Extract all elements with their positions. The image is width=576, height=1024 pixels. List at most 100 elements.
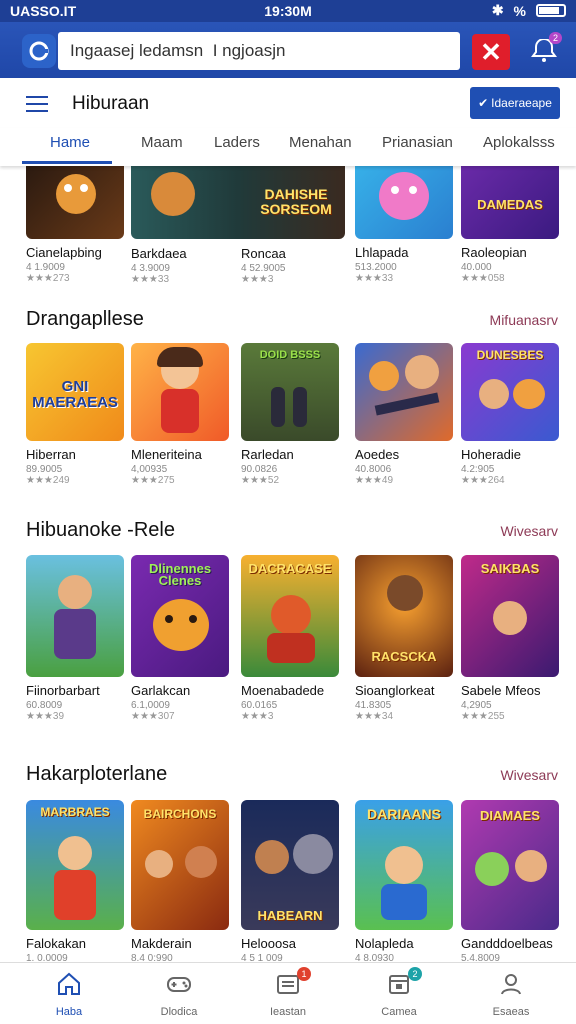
game-card[interactable]: HABEARN Helooosa 4 5 1 009 (241, 800, 341, 962)
section-more-link[interactable]: Mifuanasrv (490, 312, 558, 328)
game-thumb-label: DUNESBES (476, 348, 544, 362)
game-card[interactable]: DAHISHE SORSEOM (131, 166, 345, 239)
game-rating: 4 3.9009 (131, 263, 170, 274)
game-card[interactable]: Aoedes 40.8006 ★★★49 (355, 343, 455, 486)
nav-badge: 1 (297, 967, 311, 981)
game-thumbnail: DOID BSSS (241, 343, 339, 441)
game-card[interactable]: Cianelapbing 4 1.9009 ★★★273 (26, 166, 126, 284)
category-tabs: Hame Maam Laders Menahan Prianasian Aplo… (0, 128, 576, 166)
game-thumbnail: DARIAANS (355, 800, 453, 930)
game-card[interactable]: BAIRCHONS Makderain 8.4 0:990 (131, 800, 231, 962)
game-thumb-label: DACRACASE (248, 561, 332, 576)
game-thumb-label: GNI MAERAEAS (32, 378, 118, 411)
tab-laders[interactable]: Laders (214, 134, 260, 151)
game-card[interactable]: DOID BSSS Rarledan 90.0826 ★★★52 (241, 343, 341, 486)
game-card[interactable]: Dlinennes Clenes Garlakcan 6.1,0009 ★★★3… (131, 555, 231, 722)
section-title: Hakarploterlane (26, 763, 168, 785)
game-title: Fiinorbarbart (26, 683, 100, 698)
game-thumb-label: MARBRAES (40, 805, 110, 819)
nav-badge: 2 (408, 967, 422, 981)
tab-aplokalsss[interactable]: Aplokalsss (483, 134, 555, 151)
notification-badge: 2 (548, 32, 562, 44)
status-bar: UASSO.IT 19:30M ✱ % (0, 0, 576, 22)
game-rating: 40.000 (461, 262, 492, 273)
game-stars: ★★★34 (355, 711, 394, 722)
clock: 19:30M (264, 3, 312, 19)
game-card[interactable]: DAMEDAS Raoleopian 40.000 ★★★058 (461, 166, 561, 284)
game-stars: ★★★249 (26, 475, 70, 486)
game-rating: 4 8.0930 (355, 953, 394, 962)
game-card[interactable]: GNI MAERAEAS Hiberran 89.9005 ★★★249 (26, 343, 126, 486)
tab-menahan[interactable]: Menahan (289, 134, 352, 151)
game-card[interactable]: DARIAANS Nolapleda 4 8.0930 (355, 800, 455, 962)
section-more-link[interactable]: Wivesarv (500, 767, 558, 783)
inbox-icon: 1 (275, 967, 311, 997)
game-card[interactable]: DACRACASE Moenabadede 60.0165 ★★★3 (241, 555, 341, 722)
game-rating: 6.1,0009 (131, 700, 170, 711)
game-title: Hiberran (26, 447, 76, 462)
nav-games[interactable]: Dlodica (134, 971, 224, 1018)
game-stars: ★★★058 (461, 273, 505, 284)
game-card[interactable]: SAIKBAS Sabele Mfeos 4,2905 ★★★255 (461, 555, 561, 722)
nav-inbox[interactable]: 1 Ieastan (243, 967, 333, 1018)
game-thumb-label: RACSCKA (371, 649, 437, 664)
section-header: Drangapllese Mifuanasrv (0, 308, 576, 338)
game-thumbnail: DAMEDAS (461, 166, 559, 239)
header-action-button[interactable]: ✔ Idaeraeape (470, 87, 560, 119)
game-card[interactable]: MARBRAES Falokakan 1. 0.0009 (26, 800, 126, 962)
game-rating: 4 5 1 009 (241, 953, 283, 962)
page-title: Hiburaan (72, 93, 150, 114)
game-thumbnail: RACSCKA (355, 555, 453, 677)
game-stars: ★★★33 (355, 273, 394, 284)
section-header: Hakarploterlane Wivesarv (0, 763, 576, 793)
clear-search-button[interactable]: ✕ (472, 34, 510, 70)
nav-calendar[interactable]: 2 Camea (354, 967, 444, 1018)
game-card[interactable]: DIAMAES Gandddoelbeas 5.4.8009 (461, 800, 561, 962)
game-rating: 41.8305 (355, 700, 392, 711)
tab-prianasian[interactable]: Prianasian (382, 134, 453, 151)
game-title: Falokakan (26, 936, 86, 951)
game-title: Mleneriteina (131, 447, 202, 462)
game-stars: ★★★39 (26, 711, 65, 722)
game-stars: ★★★255 (461, 711, 505, 722)
game-thumb-label: DIAMAES (480, 808, 540, 823)
nav-home[interactable]: Haba (24, 971, 114, 1018)
game-rating: 90.0826 (241, 464, 278, 475)
app-logo-icon[interactable] (22, 34, 56, 68)
game-stars: ★★★49 (355, 475, 394, 486)
section-title: Hibuanoke -Rele (26, 519, 175, 541)
home-icon (56, 971, 82, 997)
section-more-link[interactable]: Wivesarv (500, 523, 558, 539)
nav-label: Dlodica (160, 1006, 198, 1018)
hamburger-menu-icon[interactable] (26, 96, 48, 112)
calendar-icon: 2 (386, 967, 422, 997)
section-title: Drangapllese (26, 308, 144, 330)
game-thumb-label: DOID BSSS (259, 349, 321, 361)
tab-hame[interactable]: Hame (50, 134, 90, 151)
tab-maam[interactable]: Maam (141, 134, 183, 151)
content-feed: Cianelapbing 4 1.9009 ★★★273 DAHISHE SOR… (0, 166, 576, 962)
game-thumbnail: DACRACASE (241, 555, 339, 677)
game-stars: ★★★275 (131, 475, 175, 486)
game-title: Cianelapbing (26, 245, 102, 260)
header-action-label: Idaeraeape (491, 96, 552, 110)
game-thumb-label: DAHISHE SORSEOM (260, 186, 332, 217)
game-title: Sabele Mfeos (461, 683, 541, 698)
game-card[interactable]: RACSCKA Sioanglorkeat 41.8305 ★★★34 (355, 555, 455, 722)
game-thumbnail: SAIKBAS (461, 555, 559, 677)
game-card[interactable]: Lhlapada 513.2000 ★★★33 (355, 166, 455, 284)
game-card-text: Barkdaea 4 3.9009 ★★★33 (131, 246, 231, 285)
game-stars: ★★★273 (26, 273, 70, 284)
game-title: Sioanglorkeat (355, 683, 435, 698)
game-card[interactable]: Fiinorbarbart 60.8009 ★★★39 (26, 555, 126, 722)
nav-label: Esaeas (492, 1006, 530, 1018)
carrier-label: UASSO.IT (10, 3, 77, 19)
nav-profile[interactable]: Esaeas (466, 971, 556, 1018)
notification-button[interactable]: 2 (526, 32, 562, 70)
game-card[interactable]: DUNESBES Hoheradie 4.2:905 ★★★264 (461, 343, 561, 486)
game-rating: 4,00935 (131, 464, 168, 475)
game-title: Moenabadede (241, 683, 325, 698)
game-card[interactable]: Mleneriteina 4,00935 ★★★275 (131, 343, 231, 486)
search-input[interactable] (58, 32, 460, 70)
game-rating: 89.9005 (26, 464, 63, 475)
